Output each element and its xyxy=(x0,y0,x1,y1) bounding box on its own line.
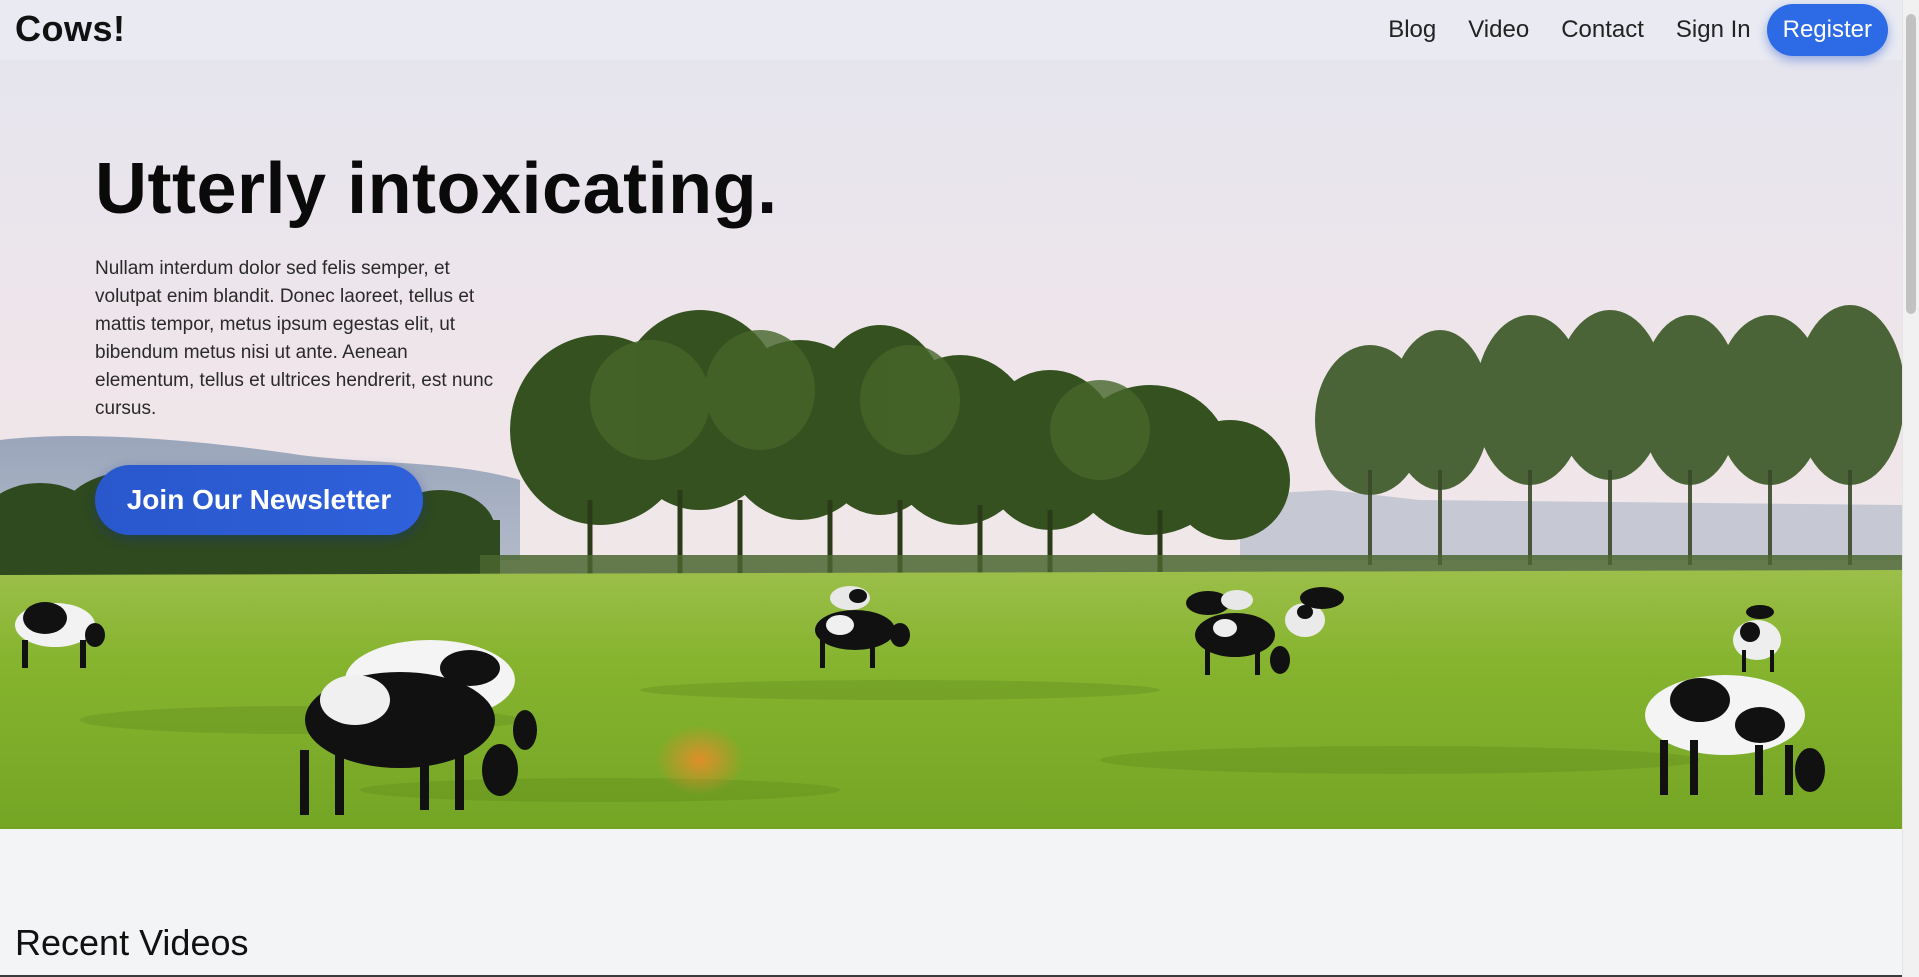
brand-logo[interactable]: Cows! xyxy=(15,8,126,50)
nav-links: Blog Video Contact Sign In Register xyxy=(1372,4,1888,56)
hero-section: Utterly intoxicating. Nullam interdum do… xyxy=(0,0,1903,829)
page: Utterly intoxicating. Nullam interdum do… xyxy=(0,0,1919,977)
nav-link-contact[interactable]: Contact xyxy=(1561,16,1644,44)
nav-link-sign-in[interactable]: Sign In xyxy=(1676,16,1751,44)
scrollbar-thumb[interactable] xyxy=(1906,14,1916,314)
join-newsletter-button[interactable]: Join Our Newsletter xyxy=(95,465,423,535)
recent-videos-heading: Recent Videos xyxy=(15,922,249,963)
register-button[interactable]: Register xyxy=(1766,4,1888,56)
nav-link-blog[interactable]: Blog xyxy=(1388,16,1436,44)
navbar: Cows! Blog Video Contact Sign In Registe… xyxy=(0,0,1903,60)
vertical-scrollbar[interactable] xyxy=(1902,0,1919,977)
hero-title: Utterly intoxicating. xyxy=(95,149,778,229)
hero-description: Nullam interdum dolor sed felis semper, … xyxy=(95,258,494,419)
nav-link-video[interactable]: Video xyxy=(1468,16,1529,44)
hero-content: Utterly intoxicating. Nullam interdum do… xyxy=(95,145,778,535)
